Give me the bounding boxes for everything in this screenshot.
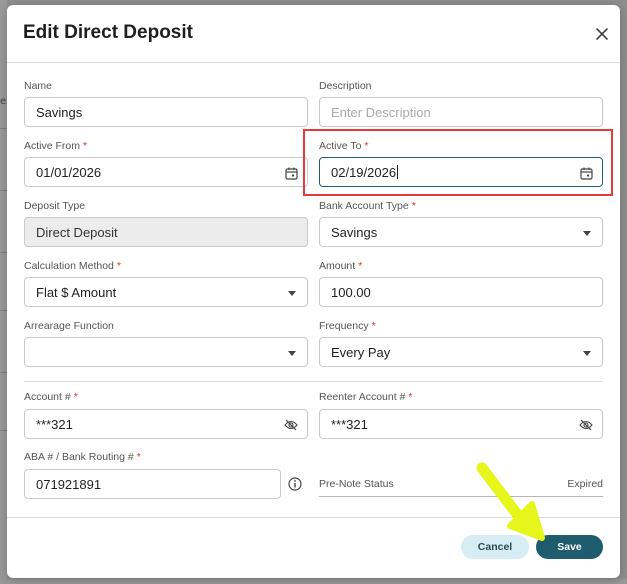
deposit-type-value: Direct Deposit xyxy=(36,224,118,240)
amount-input[interactable]: 100.00 xyxy=(319,277,603,307)
description-input[interactable]: Enter Description xyxy=(319,97,603,127)
name-value: Savings xyxy=(36,104,83,120)
background-page xyxy=(0,0,7,584)
chevron-down-icon xyxy=(583,351,591,356)
frequency-value: Every Pay xyxy=(331,344,391,360)
deposit-type-label: Deposit Type xyxy=(24,200,86,212)
dialog-title: Edit Direct Deposit xyxy=(23,22,193,43)
frequency-select[interactable]: Every Pay xyxy=(319,337,603,367)
calculation-method-value: Flat $ Amount xyxy=(36,284,117,300)
highlight-annotation-box xyxy=(303,129,613,196)
aba-routing-label: ABA # / Bank Routing # * xyxy=(24,451,141,463)
section-divider xyxy=(24,381,603,382)
pre-note-status-label: Pre-Note Status xyxy=(319,478,394,490)
description-placeholder: Enter Description xyxy=(331,104,431,120)
reenter-account-number-label: Reenter Account # * xyxy=(319,391,413,403)
aba-routing-input[interactable]: 071921891 xyxy=(24,469,281,499)
frequency-label: Frequency * xyxy=(319,320,376,332)
reenter-account-number-input[interactable]: ***321 xyxy=(319,409,603,439)
deposit-type-field: Direct Deposit xyxy=(24,217,308,247)
aba-routing-value: 071921891 xyxy=(36,476,102,492)
account-number-input[interactable]: ***321 xyxy=(24,409,308,439)
pre-note-status-underline xyxy=(319,496,603,497)
info-icon[interactable] xyxy=(288,476,302,491)
arrearage-function-select[interactable] xyxy=(24,337,308,367)
eye-off-icon[interactable] xyxy=(284,418,298,432)
background-divider xyxy=(0,252,7,253)
bank-account-type-label: Bank Account Type * xyxy=(319,200,416,212)
calculation-method-label: Calculation Method * xyxy=(24,260,121,272)
annotation-arrow-icon xyxy=(476,462,545,541)
active-from-label: Active From * xyxy=(24,140,88,152)
background-page-bottom xyxy=(0,579,627,584)
chevron-down-icon xyxy=(583,231,591,236)
pre-note-status-row: Pre-Note Status Expired xyxy=(319,478,603,490)
reenter-account-number-value: ***321 xyxy=(331,416,368,432)
close-icon[interactable] xyxy=(593,25,611,43)
bank-account-type-select[interactable]: Savings xyxy=(319,217,603,247)
background-divider xyxy=(0,310,7,311)
amount-label: Amount * xyxy=(319,260,363,272)
header-divider xyxy=(7,62,620,63)
name-label: Name xyxy=(24,80,53,92)
background-divider xyxy=(0,430,7,431)
background-text: e xyxy=(0,96,7,107)
name-input[interactable]: Savings xyxy=(24,97,308,127)
account-number-label: Account # * xyxy=(24,391,78,403)
background-divider xyxy=(0,372,7,373)
active-from-value: 01/01/2026 xyxy=(36,164,102,180)
arrearage-function-label: Arrearage Function xyxy=(24,320,114,332)
account-number-value: ***321 xyxy=(36,416,73,432)
pre-note-status-value: Expired xyxy=(567,478,603,490)
calculation-method-select[interactable]: Flat $ Amount xyxy=(24,277,308,307)
eye-off-icon[interactable] xyxy=(579,418,593,432)
chevron-down-icon xyxy=(288,291,296,296)
bank-account-type-value: Savings xyxy=(331,224,378,240)
amount-value: 100.00 xyxy=(331,284,371,300)
background-divider xyxy=(0,128,7,129)
background-divider xyxy=(0,190,7,191)
description-label: Description xyxy=(319,80,372,92)
active-from-input[interactable]: 01/01/2026 xyxy=(24,157,308,187)
calendar-icon[interactable] xyxy=(284,166,298,180)
chevron-down-icon xyxy=(288,351,296,356)
